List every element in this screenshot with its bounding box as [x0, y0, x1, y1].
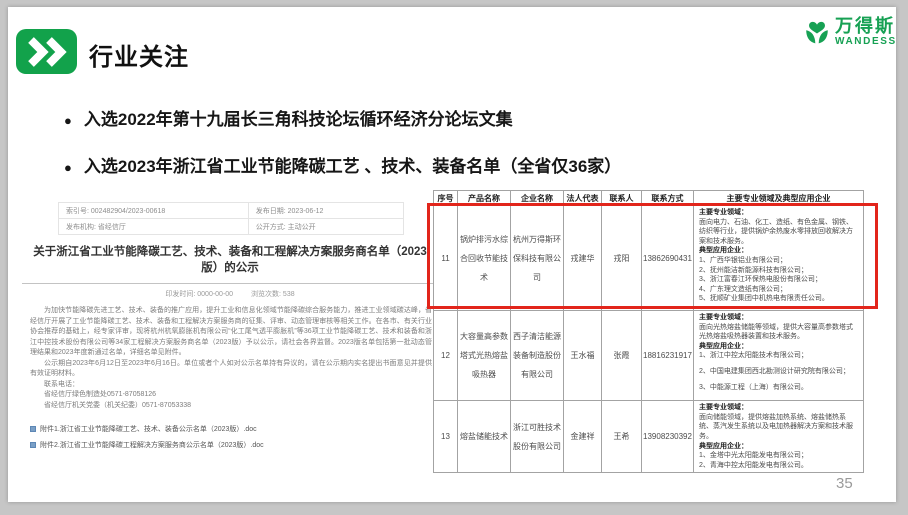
bullet-text: 入选2022年第十九届长三角科技论坛循环经济分论坛文集: [84, 105, 513, 130]
app-company: 3、浙江富春江环保热电股份有限公司；: [699, 275, 859, 285]
apps-label: 典型应用企业：: [699, 342, 859, 352]
cell-legal-rep: 王水福: [564, 311, 602, 401]
col-header-legal-rep: 法人代表: [564, 191, 602, 206]
divider: [22, 283, 438, 284]
contact-phone: 省经信厅机关党委（机关纪委）0571-87053338: [30, 401, 432, 412]
cell-detail: 主要专业领域： 面向光热熔盐储能等领域，提供大容量高参数塔式光热熔盐吸热器装置和…: [694, 311, 864, 401]
table-row: 13 熔盐储能技术 浙江可胜技术股份有限公司 金建祥 王希 1390823039…: [434, 401, 864, 473]
attachment-list: 附件1.浙江省工业节能降碳工艺、技术、装备公示名单（2023版）.doc 附件2…: [30, 424, 438, 450]
app-company: 1、金塔中光太阳能发电有限公司；: [699, 451, 859, 461]
document-body: 为加快节能降碳先进工艺、技术、装备的推广应用，提升工业和信息化领域节能降碳综合服…: [30, 306, 432, 411]
attachment-icon: [30, 426, 36, 432]
cell-product: 大容量高参数塔式光热熔盐吸热器: [458, 311, 511, 401]
cell-no: 11: [434, 206, 458, 311]
cell-product: 熔盐储能技术: [458, 401, 511, 473]
app-company: 2、中国电建集团西北勘测设计研究院有限公司；: [699, 367, 859, 377]
app-company: 1、浙江中控太阳能技术有限公司；: [699, 351, 859, 361]
contact-label: 联系电话：: [30, 380, 432, 391]
print-time: 印发时间: 0000-00-00: [165, 291, 233, 298]
col-header-company: 企业名称: [511, 191, 564, 206]
apps-list: 1、浙江中控太阳能技术有限公司； 2、中国电建集团西北勘测设计研究院有限公司； …: [699, 351, 859, 392]
contact-phone: 省经信厅绿色制造处0571-87058126: [30, 390, 432, 401]
table-header-row: 序号 产品名称 企业名称 法人代表 联系人 联系方式 主要专业领域及典型应用企业: [434, 191, 864, 206]
app-company: 3、中能源工程（上海）有限公司。: [699, 383, 859, 393]
app-company: 5、抚顺矿业集团中机热电有限责任公司。: [699, 294, 859, 304]
col-header-product: 产品名称: [458, 191, 511, 206]
cell-contact: 戎阳: [602, 206, 642, 311]
col-header-no: 序号: [434, 191, 458, 206]
wandess-logo: 万得斯 WANDESS: [802, 17, 897, 56]
bullet-dot-icon: ●: [64, 160, 72, 175]
cell-no: 13: [434, 401, 458, 473]
paragraph: 公示期自2023年6月12日至2023年6月16日。单位或者个人如对公示名单持有…: [30, 359, 432, 380]
cell-company: 浙江可胜技术股份有限公司: [511, 401, 564, 473]
field-label: 主要专业领域：: [699, 313, 859, 323]
doc-index-number: 索引号: 002482904/2023-00618: [59, 203, 249, 219]
app-company: 2、青海中控太阳能发电有限公司。: [699, 461, 859, 471]
app-company: 4、广东理文造纸有限公司；: [699, 285, 859, 295]
document-meta-table: 索引号: 002482904/2023-00618 发布日期: 2023-06-…: [58, 202, 404, 235]
bullet-dot-icon: ●: [64, 113, 72, 128]
logo-name-cn: 万得斯: [835, 17, 897, 35]
field-text: 面向电力、石油、化工、造纸、有色金属、钢铁、纺织等行业，提供锅炉余热废水零排放回…: [699, 218, 859, 247]
wandess-logo-text: 万得斯 WANDESS: [835, 17, 897, 47]
attachment-link[interactable]: 附件1.浙江省工业节能降碳工艺、技术、装备公示名单（2023版）.doc: [30, 424, 438, 434]
cell-phone: 13908230392: [642, 401, 694, 473]
field-text: 面向光热熔盐储能等领域，提供大容量高参数塔式光热熔盐吸热器装置和技术服务。: [699, 323, 859, 342]
cell-detail: 主要专业领域： 面向电力、石油、化工、造纸、有色金属、钢铁、纺织等行业，提供锅炉…: [694, 206, 864, 311]
cell-contact: 张霞: [602, 311, 642, 401]
table-row: 11 锅炉排污水综合回收节能技术 杭州万得斯环保科技有限公司 戎建华 戎阳 13…: [434, 206, 864, 311]
cell-company: 西子清洁能源装备制造股份有限公司: [511, 311, 564, 401]
apps-label: 典型应用企业：: [699, 442, 859, 452]
table-row: 12 大容量高参数塔式光热熔盐吸热器 西子清洁能源装备制造股份有限公司 王水福 …: [434, 311, 864, 401]
col-header-fields: 主要专业领域及典型应用企业: [694, 191, 864, 206]
col-header-phone: 联系方式: [642, 191, 694, 206]
cell-detail: 主要专业领域： 面向储能领域，提供熔盐加热系统、熔盐储热系统、蒸汽发生系统以及电…: [694, 401, 864, 473]
app-company: 1、广西华银铝业有限公司；: [699, 256, 859, 266]
provider-table: 序号 产品名称 企业名称 法人代表 联系人 联系方式 主要专业领域及典型应用企业…: [433, 190, 864, 473]
logo-name-en: WANDESS: [835, 37, 897, 47]
wandess-plant-icon: [802, 17, 832, 56]
cell-phone: 13862690431: [642, 206, 694, 311]
document-title: 关于浙江省工业节能降碳工艺、技术、装备和工程解决方案服务商名单（2023版）的公…: [26, 244, 434, 276]
bullet-item: ● 入选2022年第十九届长三角科技论坛循环经济分论坛文集: [64, 105, 621, 130]
cell-contact: 王希: [602, 401, 642, 473]
slide-page-number: 35: [836, 475, 853, 492]
table-row: 发布机构: 省经信厅 公开方式: 主动公开: [59, 219, 404, 235]
doc-publish-date: 发布日期: 2023-06-12: [248, 203, 403, 219]
document-stats: 印发时间: 0000-00-00 浏览次数: 538: [22, 289, 438, 299]
apps-label: 典型应用企业：: [699, 246, 859, 256]
bullet-item: ● 入选2023年浙江省工业节能降碳工艺 、技术、装备名单（全省仅36家）: [64, 152, 621, 177]
attachment-link[interactable]: 附件2.浙江省工业节能降碳工程解决方案服务商公示名单（2023版）.doc: [30, 440, 438, 450]
field-text: 面向储能领域，提供熔盐加热系统、熔盐储热系统、蒸汽发生系统以及电加热器解决方案和…: [699, 413, 859, 442]
attachment-text: 附件2.浙江省工业节能降碳工程解决方案服务商公示名单（2023版）.doc: [40, 440, 264, 450]
double-chevron-icon: [16, 29, 77, 74]
presentation-slide: 行业关注 万得斯 WANDESS ● 入选2022年第十九届长三角科技论坛循环经…: [8, 7, 896, 502]
bullet-text: 入选2023年浙江省工业节能降碳工艺 、技术、装备名单（全省仅36家）: [84, 152, 621, 177]
cell-phone: 18816231917: [642, 311, 694, 401]
app-company: 2、抚州能洁新能源科技有限公司；: [699, 266, 859, 276]
announcement-document: 索引号: 002482904/2023-00618 发布日期: 2023-06-…: [22, 196, 438, 462]
cell-legal-rep: 金建祥: [564, 401, 602, 473]
cell-no: 12: [434, 311, 458, 401]
bullet-list: ● 入选2022年第十九届长三角科技论坛循环经济分论坛文集 ● 入选2023年浙…: [64, 105, 621, 199]
field-label: 主要专业领域：: [699, 403, 859, 413]
doc-publish-agency: 发布机构: 省经信厅: [59, 219, 249, 235]
page-title: 行业关注: [89, 37, 189, 72]
screenshot-stage: 行业关注 万得斯 WANDESS ● 入选2022年第十九届长三角科技论坛循环经…: [0, 0, 908, 515]
field-label: 主要专业领域：: [699, 208, 859, 218]
paragraph: 为加快节能降碳先进工艺、技术、装备的推广应用，提升工业和信息化领域节能降碳综合服…: [30, 306, 432, 359]
col-header-contact: 联系人: [602, 191, 642, 206]
cell-company: 杭州万得斯环保科技有限公司: [511, 206, 564, 311]
doc-publicity-method: 公开方式: 主动公开: [248, 219, 403, 235]
view-count: 浏览次数: 538: [251, 291, 295, 298]
attachment-icon: [30, 442, 36, 448]
cell-product: 锅炉排污水综合回收节能技术: [458, 206, 511, 311]
provider-table-wrap: 序号 产品名称 企业名称 法人代表 联系人 联系方式 主要专业领域及典型应用企业…: [433, 190, 864, 473]
attachment-text: 附件1.浙江省工业节能降碳工艺、技术、装备公示名单（2023版）.doc: [40, 424, 257, 434]
table-row: 索引号: 002482904/2023-00618 发布日期: 2023-06-…: [59, 203, 404, 219]
cell-legal-rep: 戎建华: [564, 206, 602, 311]
